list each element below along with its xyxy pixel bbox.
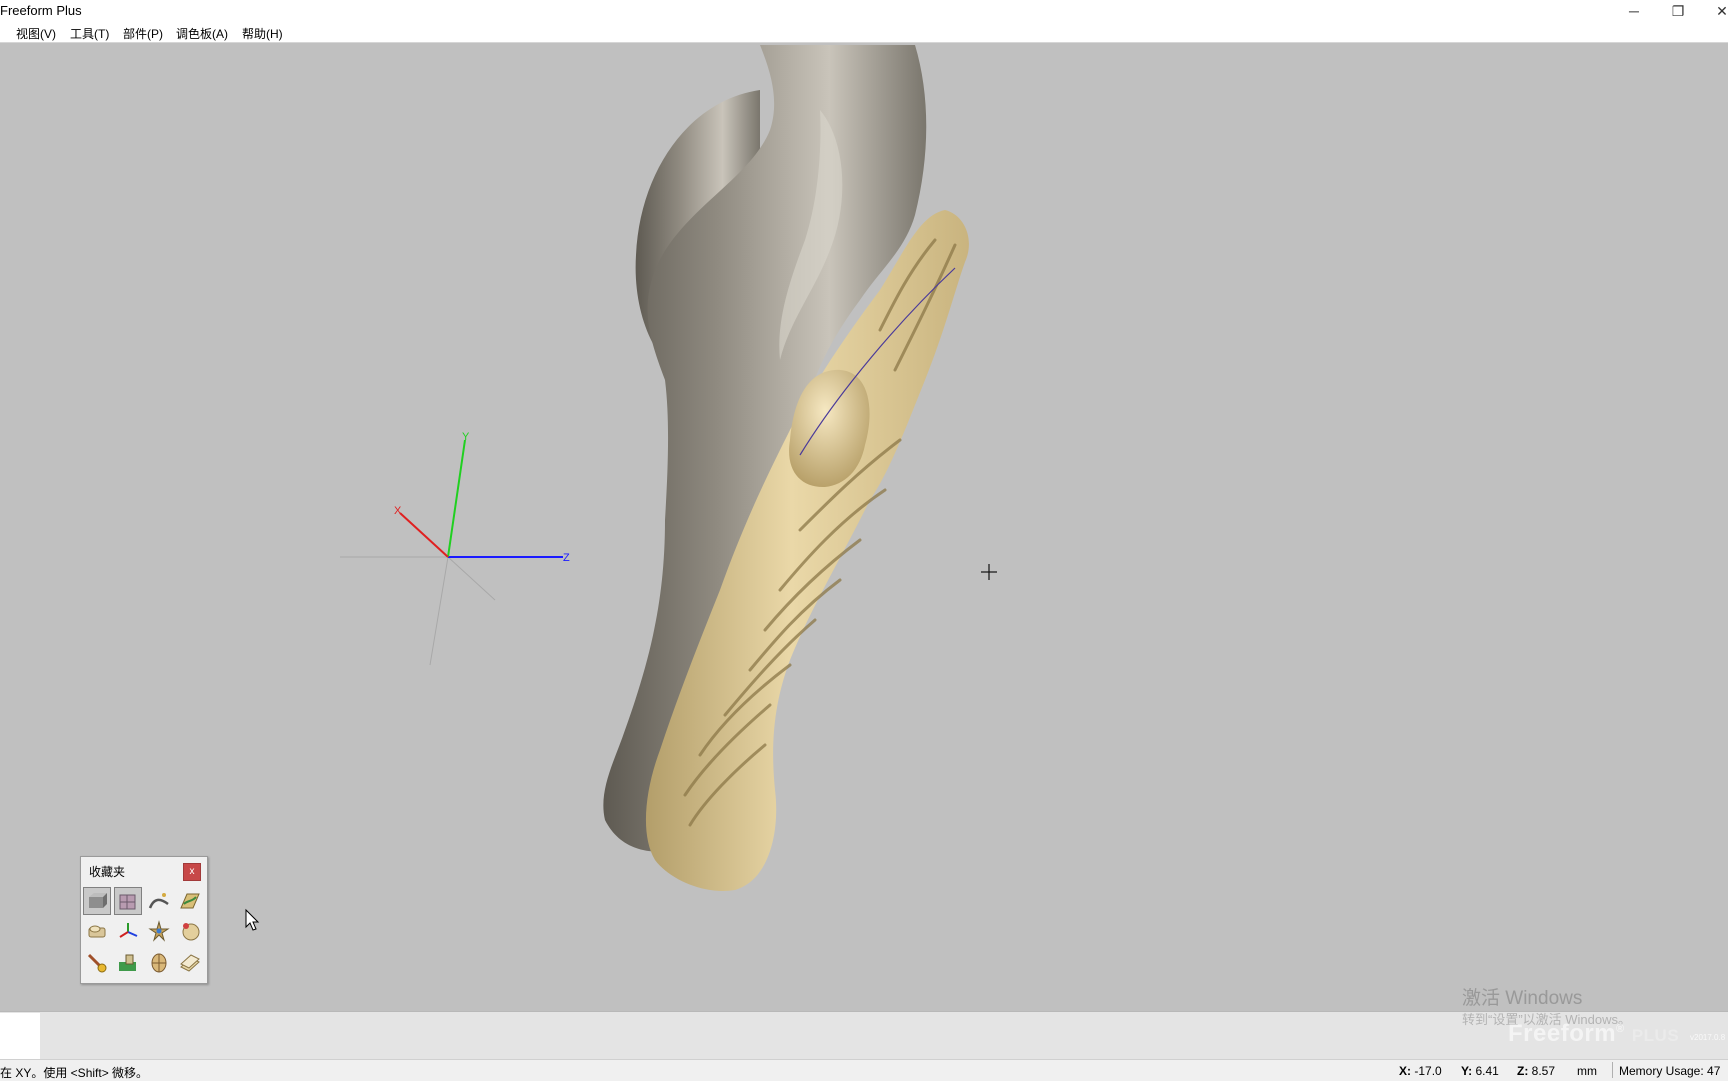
sketch-plane-tool-icon[interactable] — [176, 887, 204, 915]
menu-parts[interactable]: 部件(P) — [123, 25, 163, 42]
palette-close-button[interactable]: x — [183, 863, 201, 881]
star-deform-tool-icon[interactable] — [145, 917, 173, 945]
x-axis-label: X — [394, 505, 402, 517]
freeform-plus-logo: Freeform® PLUS — [1508, 1020, 1680, 1047]
curve-tool-icon[interactable] — [145, 887, 173, 915]
layer-tool-icon[interactable] — [176, 949, 204, 977]
emboss-tool-icon[interactable] — [83, 917, 111, 945]
move-axes-tool-icon[interactable] — [114, 917, 142, 945]
sculpt-model: Z Y X — [245, 45, 997, 931]
restore-button[interactable]: ❐ — [1656, 0, 1700, 22]
smudge-tool-icon[interactable] — [114, 949, 142, 977]
x-coord-value: -17.0 — [1414, 1064, 1442, 1078]
title-bar: Freeform Plus ─ ❐ ✕ — [0, 0, 1728, 22]
unit-label: mm — [1577, 1064, 1597, 1078]
select-block-tool-icon[interactable] — [83, 887, 111, 915]
crosshair-cursor-icon — [981, 564, 997, 580]
select-grid-tool-icon[interactable] — [114, 887, 142, 915]
z-axis-label: Z — [563, 552, 570, 564]
status-bar: 在 XY。使用 <Shift> 微移。 X: -17.0 Y: 6.41 Z: … — [0, 1059, 1728, 1081]
window-title: Freeform Plus — [0, 3, 82, 18]
minimize-button[interactable]: ─ — [1612, 0, 1656, 22]
y-coord-label: Y: — [1461, 1064, 1473, 1078]
detail-grid-tool-icon[interactable] — [145, 949, 173, 977]
3d-viewport[interactable]: Z Y X — [0, 43, 1728, 1011]
z-coord-label: Z: — [1517, 1064, 1529, 1078]
activate-windows-title: 激活 Windows — [1462, 988, 1583, 1009]
arrow-cursor-icon — [245, 908, 260, 931]
close-button[interactable]: ✕ — [1700, 0, 1728, 22]
z-coord-value: 8.57 — [1531, 1064, 1556, 1078]
x-coord-label: X: — [1399, 1064, 1411, 1078]
y-coord-value: 6.41 — [1475, 1064, 1499, 1078]
sculpt-ball-tool-icon[interactable] — [176, 917, 204, 945]
status-prompt: 在 XY。使用 <Shift> 微移。 — [0, 1066, 149, 1080]
axes-gizmo: Z Y X — [340, 431, 570, 666]
menu-help[interactable]: 帮助(H) — [242, 25, 283, 42]
memory-usage: Memory Usage: 47 — [1612, 1062, 1720, 1078]
prompt-input[interactable] — [0, 1013, 40, 1059]
version-label: v2017.0.8 — [1690, 1033, 1726, 1042]
y-axis-label: Y — [462, 431, 470, 443]
carve-tool-icon[interactable] — [83, 949, 111, 977]
palette-title: 收藏夹 — [89, 865, 126, 879]
menu-bar: 视图(V) 工具(T) 部件(P) 调色板(A) 帮助(H) — [0, 22, 1728, 43]
menu-palette[interactable]: 调色板(A) — [176, 25, 228, 42]
favorites-palette[interactable]: 收藏夹 x — [80, 856, 208, 984]
menu-tools[interactable]: 工具(T) — [70, 25, 109, 42]
menu-view[interactable]: 视图(V) — [16, 25, 56, 42]
